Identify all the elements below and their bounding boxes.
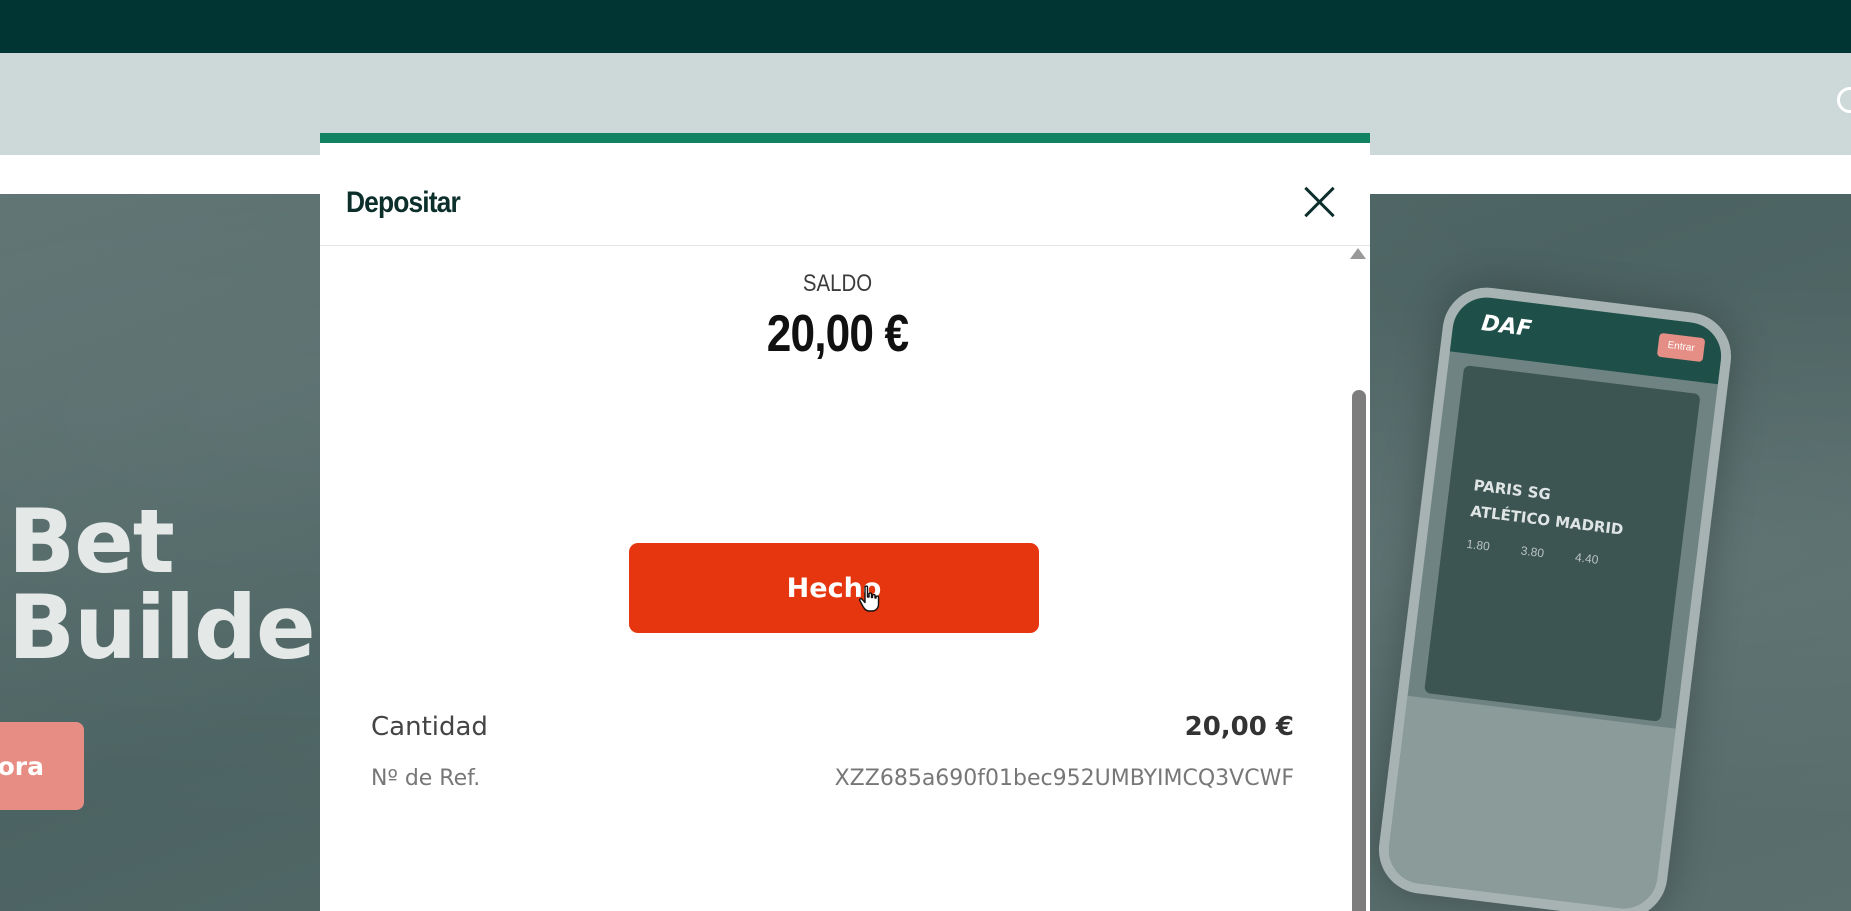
hero-title-line2: Builde — [8, 576, 316, 679]
hand-cursor-icon — [858, 585, 880, 612]
scrollbar-thumb[interactable] — [1352, 390, 1366, 911]
top-bar — [0, 0, 1851, 53]
reference-label: Nº de Ref. — [371, 766, 481, 791]
phone-mockup-image: DAF Entrar PARIS SG ATLÉTICO MADRID 1.80… — [1373, 282, 1737, 911]
modal-body: SALDO 20,00 € Hecho Cantidad 20,00 € Nº … — [320, 246, 1370, 911]
amount-label: Cantidad — [371, 712, 488, 742]
reference-value: XZZ685a690f01bec952UMBYIMCQ3VCWF — [834, 766, 1294, 791]
modal-header: Depositar — [320, 143, 1370, 246]
modal-accent-bar — [320, 133, 1370, 143]
modal-title: Depositar — [346, 186, 461, 219]
close-icon[interactable] — [1302, 185, 1336, 219]
phone-login-button: Entrar — [1656, 332, 1706, 363]
phone-lower-panel — [1385, 695, 1676, 911]
amount-value: 20,00 € — [1184, 712, 1294, 742]
hero-cta-label: ora — [0, 751, 44, 781]
done-button[interactable]: Hecho — [629, 543, 1039, 633]
hero-cta-button[interactable]: ora — [0, 722, 84, 810]
balance-value: 20,00 € — [766, 305, 909, 363]
reference-row: Nº de Ref. XZZ685a690f01bec952UMBYIMCQ3V… — [371, 766, 1294, 791]
phone-logo: DAF — [1479, 311, 1533, 343]
search-icon[interactable] — [1837, 87, 1851, 113]
scroll-up-arrow-icon[interactable] — [1350, 248, 1366, 259]
hero-title: Bet Builde — [8, 498, 316, 672]
amount-row: Cantidad 20,00 € — [371, 712, 1294, 742]
balance-label: SALDO — [802, 270, 873, 297]
deposit-modal: Depositar SALDO 20,00 € Hecho Cantidad 2… — [320, 133, 1370, 911]
